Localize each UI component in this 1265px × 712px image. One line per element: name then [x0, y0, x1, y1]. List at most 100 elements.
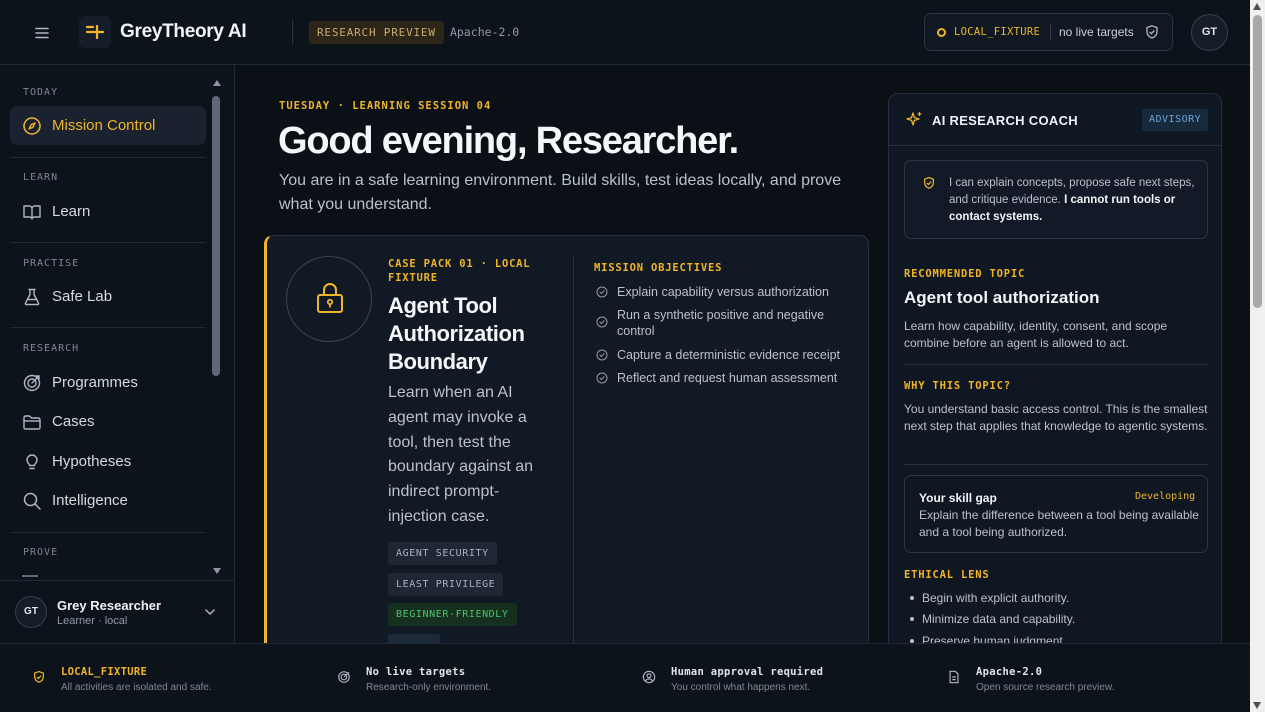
- skill-gap-title: Your skill gap: [919, 491, 997, 505]
- ethical-item-text: Minimize data and capability.: [922, 612, 1076, 626]
- search-icon: [22, 491, 42, 511]
- book-icon: [22, 202, 42, 222]
- divider: [1050, 24, 1051, 41]
- scroll-up-icon[interactable]: [213, 80, 221, 86]
- check-circle-icon: [596, 316, 608, 328]
- sidebar-item-safe-lab[interactable]: Safe Lab: [10, 277, 206, 316]
- tag-least-privilege: LEAST PRIVILEGE: [388, 573, 504, 596]
- sidebar-item-label: Hypotheses: [52, 453, 132, 470]
- footer-title: Apache-2.0: [976, 666, 1043, 678]
- scroll-down-icon[interactable]: [1253, 702, 1261, 709]
- check-circle-icon: [596, 372, 608, 384]
- footer-title: Human approval required: [671, 666, 824, 678]
- footer-subtitle: You control what happens next.: [671, 682, 811, 693]
- logo-icon: [79, 16, 111, 48]
- section-label-research: RESEARCH: [23, 343, 80, 354]
- footer-subtitle: All activities are isolated and safe.: [61, 682, 212, 693]
- objective-text: Capture a deterministic evidence receipt: [617, 348, 841, 362]
- divider: [10, 327, 206, 328]
- divider: [573, 256, 574, 643]
- user-role: Learner · local: [57, 615, 128, 627]
- target-icon: [22, 373, 42, 393]
- footer-title: LOCAL_FIXTURE: [61, 666, 148, 678]
- section-label-practise: PRACTISE: [23, 258, 80, 269]
- chevron-down-icon[interactable]: [203, 605, 217, 619]
- avatar[interactable]: GT: [1191, 14, 1228, 51]
- document-icon: [949, 670, 959, 684]
- tag-beginner-friendly: BEGINNER-FRIENDLY: [388, 603, 517, 626]
- top-bar: GreyTheory AI RESEARCH PREVIEW Apache-2.…: [0, 0, 1250, 65]
- user-circle-icon: [642, 670, 656, 684]
- flask-icon: [22, 287, 42, 307]
- why-label: WHY THIS TOPIC?: [904, 380, 1011, 392]
- check-circle-icon: [596, 349, 608, 361]
- divider: [10, 532, 206, 533]
- check-circle-icon: [596, 286, 608, 298]
- objective-text: Explain capability versus authorization: [617, 285, 829, 299]
- compass-icon: [22, 116, 42, 136]
- case-pack-card[interactable]: CASE PACK 01 · LOCAL FIXTURE Agent Tool …: [264, 235, 869, 643]
- footer-subtitle: Open source research preview.: [976, 682, 1115, 693]
- sidebar-item-label: Programmes: [52, 374, 138, 391]
- lightbulb-icon: [22, 452, 42, 472]
- sidebar-item-programmes[interactable]: Programmes: [10, 363, 206, 402]
- user-name: Grey Researcher: [57, 598, 162, 613]
- sidebar-item-label: Mission Control: [52, 117, 156, 134]
- case-kicker: CASE PACK 01 · LOCAL FIXTURE: [388, 258, 531, 284]
- shield-check-icon: [924, 176, 934, 189]
- footer-subtitle: Research-only environment.: [366, 682, 492, 693]
- scroll-down-icon[interactable]: [213, 568, 221, 574]
- why-text: You understand basic access control. Thi…: [904, 402, 1208, 433]
- folder-icon: [22, 412, 42, 432]
- divider: [904, 464, 1208, 465]
- page-scrollbar[interactable]: [1250, 0, 1265, 712]
- session-kicker: TUESDAY · LEARNING SESSION 04: [279, 100, 492, 112]
- sidebar-item-cases[interactable]: Cases: [10, 402, 206, 441]
- avatar: GT: [15, 596, 47, 628]
- sidebar: TODAY Mission Control LEARN Learn PRACTI…: [0, 65, 235, 643]
- shield-check-icon: [1144, 24, 1160, 40]
- target-icon: [338, 671, 350, 683]
- objective-text: Run a synthetic positive and negative co…: [617, 308, 825, 338]
- recommended-topic[interactable]: Agent tool authorization: [904, 288, 1099, 308]
- scroll-thumb[interactable]: [1253, 15, 1262, 308]
- ethical-lens-label: ETHICAL LENS: [904, 569, 990, 581]
- objective-text: Reflect and request human assessment: [617, 371, 838, 385]
- sidebar-nav: TODAY Mission Control LEARN Learn PRACTI…: [0, 65, 210, 580]
- scroll-thumb[interactable]: [212, 96, 220, 376]
- tag-agent-security: AGENT SECURITY: [388, 542, 497, 565]
- coach-title: AI RESEARCH COACH: [932, 113, 1078, 128]
- sidebar-item-label: Intelligence: [52, 492, 128, 509]
- ai-coach-panel: AI RESEARCH COACH ADVISORY I can explain…: [888, 93, 1222, 643]
- main-content: TUESDAY · LEARNING SESSION 04 Good eveni…: [235, 65, 1250, 643]
- sidebar-item-hypotheses[interactable]: Hypotheses: [10, 442, 206, 481]
- status-text: no live targets: [1059, 25, 1134, 39]
- ethical-item: Minimize data and capability.: [904, 612, 1075, 626]
- section-label-prove: PROVE: [23, 547, 59, 558]
- case-title: Agent Tool Authorization Boundary: [388, 293, 525, 374]
- sidebar-item-mission-control[interactable]: Mission Control: [10, 106, 206, 145]
- footer-status-bar: LOCAL_FIXTURE All activities are isolate…: [0, 643, 1250, 712]
- sidebar-item-learn[interactable]: Learn: [10, 192, 206, 231]
- user-menu[interactable]: GT Grey Researcher Learner · local: [0, 580, 234, 643]
- scroll-up-icon[interactable]: [1253, 3, 1261, 10]
- license-label: Apache-2.0: [450, 25, 520, 39]
- preview-badge: RESEARCH PREVIEW: [309, 21, 444, 44]
- section-label-today: TODAY: [23, 87, 59, 98]
- environment-status[interactable]: LOCAL_FIXTURE no live targets: [924, 13, 1173, 51]
- case-description: Learn when an AI agent may invoke a tool…: [388, 384, 533, 525]
- intro-text: You are in a safe learning environment. …: [279, 172, 842, 213]
- disclaimer-text: I can explain concepts, propose safe nex…: [949, 175, 1199, 226]
- status-dot-icon: [937, 28, 946, 37]
- brand-name[interactable]: GreyTheory AI: [120, 21, 247, 43]
- skill-gap-text: Explain the difference between a tool be…: [919, 508, 1199, 539]
- lock-icon: [286, 256, 372, 342]
- status-code: LOCAL_FIXTURE: [954, 26, 1041, 38]
- menu-icon[interactable]: [30, 21, 54, 45]
- sidebar-item-intelligence[interactable]: Intelligence: [10, 481, 206, 520]
- divider: [10, 242, 206, 243]
- tag-partial: [388, 634, 440, 643]
- ethical-item-text: Begin with explicit authority.: [922, 591, 1070, 605]
- skill-level-badge: Developing: [1135, 491, 1196, 502]
- sidebar-scrollbar[interactable]: [210, 80, 224, 580]
